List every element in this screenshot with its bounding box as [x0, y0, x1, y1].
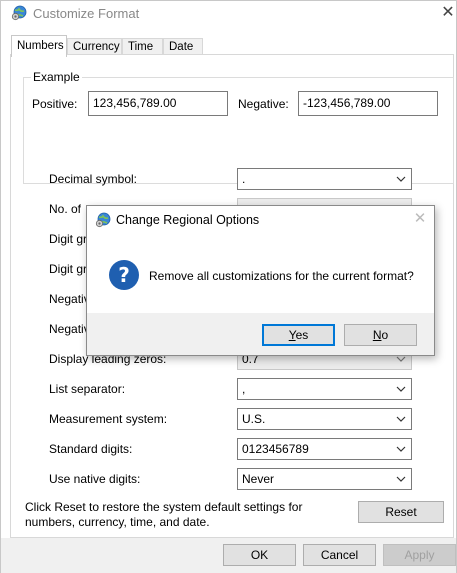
positive-example-field: 123,456,789.00	[88, 91, 228, 116]
negative-format-label: Negativ	[49, 322, 90, 336]
digits-after-decimal-label: No. of	[49, 202, 82, 216]
yes-mnemonic: Y	[288, 328, 296, 342]
use-native-digits-label: Use native digits:	[49, 472, 141, 486]
no-label-rest: o	[381, 328, 389, 342]
decimal-symbol-value: .	[242, 172, 246, 186]
tab-numbers[interactable]: Numbers	[11, 35, 67, 57]
customize-format-window: Customize Format ✕ Numbers Currency Time…	[0, 0, 457, 573]
dialog-button-bar: Yes No	[87, 313, 434, 355]
list-separator-label: List separator:	[49, 382, 126, 396]
ok-button[interactable]: OK	[223, 544, 296, 566]
svg-text:?: ?	[118, 263, 130, 287]
chevron-down-icon	[396, 446, 406, 452]
no-button[interactable]: No	[344, 324, 417, 346]
chevron-down-icon	[396, 416, 406, 422]
window-title: Customize Format	[33, 6, 140, 21]
use-native-digits-select[interactable]: Never	[237, 468, 412, 490]
measurement-system-select[interactable]: U.S.	[237, 408, 412, 430]
negative-sign-label: Negativ	[49, 292, 90, 306]
chevron-down-icon	[396, 386, 406, 392]
negative-example-field: -123,456,789.00	[298, 91, 438, 116]
list-separator-select[interactable]: ,	[237, 378, 412, 400]
dialog-title: Change Regional Options	[116, 213, 260, 227]
decimal-symbol-label: Decimal symbol:	[49, 172, 138, 186]
change-regional-options-dialog: Change Regional Options ✕ ? Remove all c…	[86, 205, 435, 356]
measurement-system-value: U.S.	[242, 412, 266, 426]
digit-grouping-symbol-label: Digit gr	[49, 232, 88, 246]
globe-gear-icon	[95, 212, 111, 228]
negative-label: Negative:	[238, 97, 289, 111]
question-icon: ?	[109, 260, 139, 290]
chevron-down-icon	[396, 476, 406, 482]
decimal-symbol-select[interactable]: .	[237, 168, 412, 190]
list-separator-value: ,	[242, 382, 246, 396]
use-native-digits-value: Never	[242, 472, 275, 486]
reset-button[interactable]: Reset	[358, 501, 444, 523]
globe-gear-icon	[11, 5, 27, 21]
positive-label: Positive:	[32, 97, 78, 111]
cancel-button[interactable]: Cancel	[303, 544, 376, 566]
measurement-system-label: Measurement system:	[49, 412, 168, 426]
standard-digits-select[interactable]: 0123456789	[237, 438, 412, 460]
yes-label-rest: es	[295, 328, 309, 342]
dialog-footer: OK Cancel Apply	[1, 538, 456, 573]
close-icon[interactable]: ✕	[439, 4, 457, 22]
apply-button[interactable]: Apply	[383, 544, 456, 566]
title-bar: Customize Format ✕	[1, 1, 456, 29]
yes-button[interactable]: Yes	[262, 324, 335, 346]
example-group-label: Example	[31, 70, 82, 84]
digit-grouping-label: Digit gr	[49, 262, 88, 276]
standard-digits-value: 0123456789	[242, 442, 309, 456]
chevron-down-icon	[396, 176, 406, 182]
standard-digits-label: Standard digits:	[49, 442, 133, 456]
close-icon[interactable]: ✕	[412, 211, 428, 227]
reset-hint-text: Click Reset to restore the system defaul…	[25, 500, 303, 529]
dialog-message: Remove all customizations for the curren…	[149, 269, 414, 283]
